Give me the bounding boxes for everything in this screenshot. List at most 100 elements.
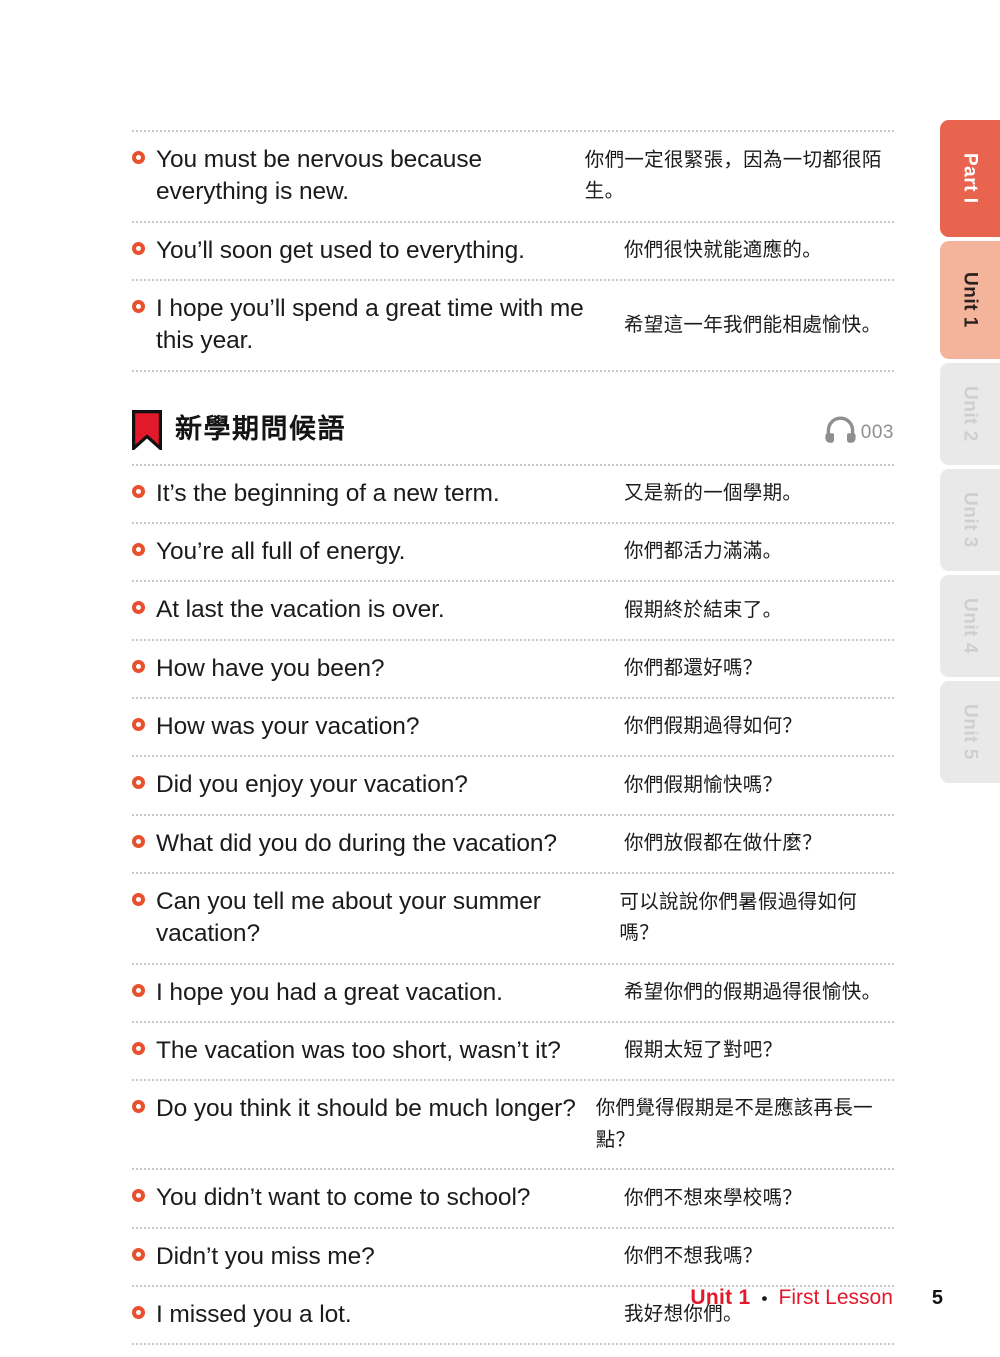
phrase-english: You’re all full of energy. [156, 537, 406, 565]
phrase-english-cell: I hope you had a great vacation. [132, 965, 624, 1021]
phrase-english: Can you tell me about your summer vacati… [156, 887, 541, 948]
phrase-row: It’s really good to see you again.能再看到你們… [132, 1345, 894, 1357]
phrase-chinese: 希望這一年我們能相處愉快。 [624, 313, 882, 336]
phrase-chinese: 你們很快就能適應的。 [624, 239, 823, 262]
phrase-chinese-cell: 你們都活力滿滿。 [624, 524, 894, 580]
tab-unit-3-label: Unit 3 [959, 492, 981, 548]
phrase-english-cell: At last the vacation is over. [132, 582, 624, 638]
phrase-chinese: 你們假期愉快嗎？ [624, 773, 783, 796]
phrase-english-cell: Can you tell me about your summer vacati… [132, 874, 619, 963]
phrase-english-cell: It’s really good to see you again. [132, 1345, 624, 1357]
unit-tab-rail: Part I Unit 1 Unit 2 Unit 3 Unit 4 Unit … [940, 120, 1000, 783]
phrase-chinese-cell: 假期太短了對吧？ [624, 1023, 894, 1079]
phrase-english: At last the vacation is over. [156, 596, 445, 624]
phrase-row: You must be nervous because everything i… [132, 132, 894, 221]
phrase-english: I hope you’ll spend a great time with me… [156, 294, 584, 355]
audio-track-number: 003 [860, 421, 894, 443]
phrase-chinese-cell: 你們不想我嗎？ [624, 1229, 894, 1285]
phrase-chinese: 你們放假都在做什麼？ [624, 831, 823, 854]
phrase-content: You must be nervous because everything i… [132, 130, 894, 1357]
ring-bullet-icon [132, 484, 145, 498]
ring-bullet-icon [132, 1100, 145, 1114]
phrase-english: Didn’t you miss me? [156, 1242, 375, 1270]
phrase-chinese-cell: 你們一定很緊張，因為一切都很陌生。 [585, 132, 894, 221]
phrase-chinese: 你們一定很緊張，因為一切都很陌生。 [584, 148, 882, 203]
phrase-row: Do you think it should be much longer? 你們… [132, 1081, 894, 1168]
phrase-row: I hope you had a great vacation. 希望你們的假期過… [132, 965, 894, 1021]
phrase-chinese: 可以說說你們暑假過得如何嗎？ [619, 890, 858, 945]
ring-bullet-icon [132, 542, 145, 556]
phrase-english-cell: You’ll soon get used to everything. [132, 223, 624, 279]
phrase-chinese-cell: 你們都還好嗎？ [624, 641, 894, 697]
phrase-english: How was your vacation? [156, 712, 420, 740]
phrase-chinese-cell: 你們不想來學校嗎？ [624, 1170, 894, 1226]
ring-bullet-icon [132, 983, 145, 997]
textbook-page: Part I Unit 1 Unit 2 Unit 3 Unit 4 Unit … [0, 0, 1000, 1357]
tab-unit-1-label: Unit 1 [959, 272, 981, 328]
phrase-row: Can you tell me about your summer vacati… [132, 874, 894, 963]
phrase-english: Did you enjoy your vacation? [156, 771, 468, 799]
phrase-row: You’ll soon get used to everything. 你們很快… [132, 223, 894, 279]
phrase-english-cell: You must be nervous because everything i… [132, 132, 585, 221]
tab-unit-3[interactable]: Unit 3 [940, 469, 1000, 571]
ring-bullet-icon [132, 659, 145, 673]
phrase-chinese-cell: 可以說說你們暑假過得如何嗎？ [619, 874, 894, 963]
section-phrase-list: It’s the beginning of a new term. 又是新的一個學… [132, 466, 894, 1357]
ring-bullet-icon [132, 776, 145, 790]
tab-part-1-label: Part I [959, 153, 981, 204]
phrase-row: Did you enjoy your vacation? 你們假期愉快嗎？ [132, 757, 894, 813]
phrase-row: The vacation was too short, wasn’t it? 假期… [132, 1023, 894, 1079]
phrase-row: At last the vacation is over. 假期終於結束了。 [132, 582, 894, 638]
phrase-chinese: 你們假期過得如何？ [624, 715, 803, 738]
phrase-chinese-cell: 希望你們的假期過得很愉快。 [624, 965, 894, 1021]
audio-track-tag: 003 [825, 415, 894, 445]
phrase-chinese-cell: 能再看到你們真好。 [624, 1345, 894, 1357]
ring-bullet-icon [132, 299, 145, 313]
ring-bullet-icon [132, 892, 145, 906]
phrase-chinese: 你們不想來學校嗎？ [624, 1186, 803, 1209]
bookmark-icon [132, 409, 162, 452]
ring-bullet-icon [132, 834, 145, 848]
tab-unit-4-label: Unit 4 [959, 598, 981, 654]
phrase-chinese: 假期太短了對吧？ [624, 1039, 783, 1062]
phrase-english-cell: You’re all full of energy. [132, 524, 624, 580]
phrase-row: How have you been? 你們都還好嗎？ [132, 641, 894, 697]
ring-bullet-icon [132, 1189, 145, 1203]
phrase-english-cell: I hope you’ll spend a great time with me… [132, 281, 624, 370]
section-title: 新學期問候語 [175, 414, 346, 445]
tab-unit-2-label: Unit 2 [959, 386, 981, 442]
phrase-chinese-cell: 假期終於結束了。 [624, 582, 894, 638]
tab-unit-1[interactable]: Unit 1 [940, 241, 1000, 359]
phrase-english-cell: Do you think it should be much longer? [132, 1081, 596, 1168]
footer-separator: • [761, 1289, 768, 1308]
phrase-english-cell: Did you enjoy your vacation? [132, 757, 624, 813]
phrase-english-cell: It’s the beginning of a new term. [132, 466, 624, 522]
phrase-row: You didn’t want to come to school? 你們不想來學… [132, 1170, 894, 1226]
phrase-row: How was your vacation? 你們假期過得如何？ [132, 699, 894, 755]
phrase-chinese: 你們都還好嗎？ [624, 657, 763, 679]
phrase-chinese-cell: 你們假期愉快嗎？ [624, 757, 894, 813]
phrase-english: I hope you had a great vacation. [156, 978, 503, 1006]
phrase-chinese: 你們不想我嗎？ [624, 1245, 763, 1268]
phrase-chinese: 你們覺得假期是不是應該再長一點？ [595, 1097, 873, 1151]
tab-part-1[interactable]: Part I [940, 120, 1000, 237]
phrase-row: What did you do during the vacation? 你們放假… [132, 816, 894, 872]
ring-bullet-icon [132, 1247, 145, 1261]
phrase-row: It’s the beginning of a new term. 又是新的一個學… [132, 466, 894, 522]
phrase-english-cell: Didn’t you miss me? [132, 1229, 624, 1285]
phrase-english: You’ll soon get used to everything. [156, 236, 525, 264]
footer-lesson-label: First Lesson [778, 1286, 893, 1309]
ring-bullet-icon [132, 241, 145, 255]
phrase-row: You’re all full of energy. 你們都活力滿滿。 [132, 524, 894, 580]
phrase-english: It’s the beginning of a new term. [156, 479, 500, 507]
phrase-english-cell: How have you been? [132, 641, 624, 697]
phrase-row: Didn’t you miss me? 你們不想我嗎？ [132, 1229, 894, 1285]
tab-unit-5[interactable]: Unit 5 [940, 681, 1000, 783]
tab-unit-4[interactable]: Unit 4 [940, 575, 1000, 677]
phrase-english-cell: How was your vacation? [132, 699, 624, 755]
ring-bullet-icon [132, 717, 145, 731]
phrase-chinese: 假期終於結束了。 [624, 598, 783, 621]
tab-unit-2[interactable]: Unit 2 [940, 363, 1000, 465]
phrase-chinese-cell: 你們假期過得如何？ [624, 699, 894, 755]
footer-unit-label: Unit 1 [690, 1286, 751, 1309]
